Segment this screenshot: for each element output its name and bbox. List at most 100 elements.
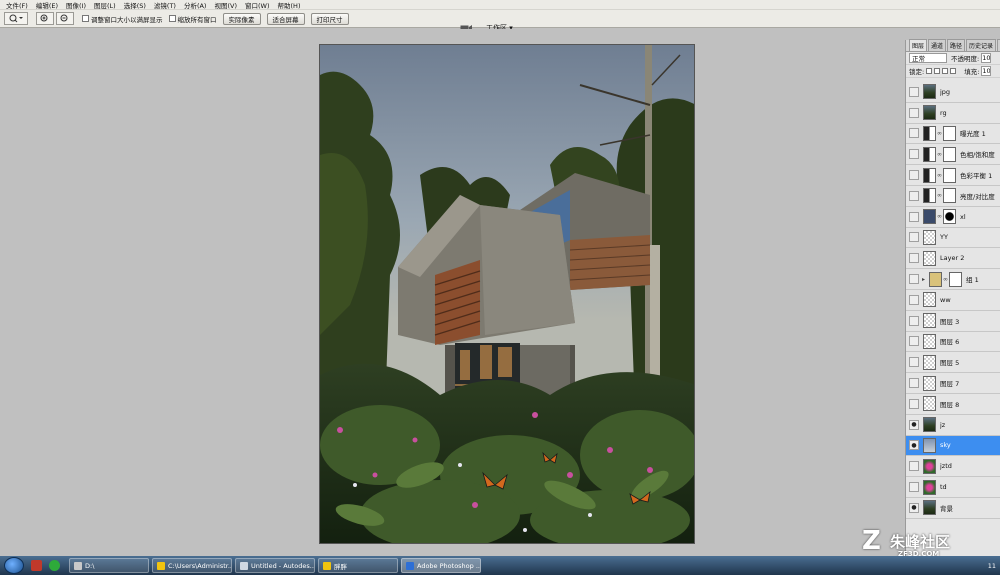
layer-row[interactable]: ∞ 曝光度 1 — [906, 124, 1000, 145]
eye-icon[interactable]: ● — [909, 419, 919, 430]
eye-icon[interactable]: ● — [909, 502, 919, 513]
layer-row[interactable]: ● 背景 — [906, 498, 1000, 519]
layer-row[interactable]: jztd — [906, 456, 1000, 478]
checkbox-box[interactable] — [168, 15, 176, 22]
layer-row[interactable]: jpg — [906, 82, 1000, 103]
menu-item[interactable]: 图像(I) — [62, 0, 90, 10]
eye-icon[interactable] — [909, 190, 919, 201]
eye-icon[interactable]: ● — [909, 440, 919, 451]
layer-name: 图层 3 — [940, 317, 960, 326]
eye-icon[interactable] — [909, 357, 919, 368]
menu-item[interactable]: 帮助(H) — [274, 0, 305, 10]
panel-tab[interactable]: 通道 — [928, 39, 947, 51]
eye-icon[interactable] — [909, 86, 919, 97]
menu-item[interactable]: 文件(F) — [2, 0, 32, 10]
layer-row[interactable]: Layer 2 — [906, 248, 1000, 270]
layer-row[interactable]: ● sky — [906, 435, 1000, 457]
print-size-button[interactable]: 打印尺寸 — [310, 12, 349, 25]
layer-mask-thumbnail[interactable] — [943, 146, 956, 162]
layer-row[interactable]: ∞ 亮度/对比度 — [906, 186, 1000, 207]
menu-item[interactable]: 图层(L) — [90, 0, 120, 10]
layer-row[interactable]: 图层 8 — [906, 394, 1000, 415]
layer-thumbnail — [923, 333, 936, 349]
eye-icon[interactable] — [909, 482, 919, 493]
layer-row[interactable]: YY — [906, 228, 1000, 249]
menu-item[interactable]: 滤镜(T) — [150, 0, 180, 10]
link-icon[interactable]: ∞ — [937, 213, 942, 220]
panel-tab[interactable]: 历史记录 — [966, 39, 997, 51]
layer-row[interactable]: ∞ 色彩平衡 1 — [906, 165, 1000, 186]
link-icon[interactable]: ∞ — [937, 130, 942, 137]
actual-pixels-button[interactable]: 实际像素 — [222, 12, 261, 25]
layer-row[interactable]: ∞ 色相/饱和度 — [906, 144, 1000, 166]
zoom-all-windows-checkbox[interactable]: 缩放所有窗口 — [168, 14, 217, 24]
link-icon[interactable]: ∞ — [937, 151, 942, 158]
eye-icon[interactable] — [909, 107, 919, 118]
start-button[interactable] — [4, 557, 24, 574]
layer-row[interactable]: ● jz — [906, 415, 1000, 436]
layer-row[interactable]: ▸ ∞ 组 1 — [906, 269, 1000, 290]
link-icon[interactable]: ∞ — [943, 276, 948, 283]
menu-item[interactable]: 编辑(E) — [32, 0, 62, 10]
eye-icon[interactable] — [909, 378, 919, 389]
eye-icon[interactable] — [909, 274, 919, 285]
layer-row[interactable]: 图层 7 — [906, 373, 1000, 394]
quicklaunch-browser-icon[interactable] — [49, 560, 60, 571]
lock-all-icon[interactable] — [950, 68, 957, 74]
taskbar-button[interactable]: Untitled - Autodes... — [235, 558, 315, 573]
opacity-input[interactable]: 100 — [981, 53, 992, 63]
document-canvas[interactable] — [319, 44, 695, 544]
menu-item[interactable]: 窗口(W) — [241, 0, 274, 10]
layer-thumbnail — [923, 313, 936, 329]
eye-icon[interactable] — [909, 398, 919, 409]
resize-windows-checkbox[interactable]: 调整窗口大小以满屏显示 — [82, 14, 163, 24]
menu-item[interactable]: 选择(S) — [120, 0, 150, 10]
eye-icon[interactable] — [909, 128, 919, 139]
layer-row[interactable]: ww — [906, 290, 1000, 311]
lock-transparency-icon[interactable] — [926, 68, 933, 74]
eye-icon[interactable] — [909, 315, 919, 326]
menu-item[interactable]: 分析(A) — [180, 0, 211, 10]
fit-screen-button[interactable]: 适合屏幕 — [266, 12, 305, 25]
layer-row[interactable]: rg — [906, 103, 1000, 124]
layer-name: 色相/饱和度 — [960, 151, 995, 160]
layer-row[interactable]: 图层 3 — [906, 311, 1000, 332]
layer-row[interactable]: ∞ xl — [906, 207, 1000, 228]
eye-icon[interactable] — [909, 294, 919, 305]
panel-tab[interactable]: 路径 — [947, 39, 966, 51]
lock-position-icon[interactable] — [942, 68, 949, 74]
eye-icon[interactable] — [909, 253, 919, 264]
eye-icon[interactable] — [909, 170, 919, 181]
menu-item[interactable]: 视图(V) — [210, 0, 241, 10]
tool-preset-picker[interactable] — [4, 12, 28, 25]
layer-mask-thumbnail[interactable] — [943, 209, 956, 225]
link-icon[interactable]: ∞ — [937, 192, 942, 199]
layer-mask-thumbnail[interactable] — [943, 125, 956, 141]
quicklaunch-app-icon[interactable] — [31, 560, 42, 571]
taskbar-button[interactable]: C:\Users\Administr... — [152, 558, 232, 573]
group-expand-icon[interactable]: ▸ — [922, 276, 925, 283]
checkbox-box[interactable] — [82, 15, 89, 22]
layer-row[interactable]: td — [906, 477, 1000, 498]
layer-mask-thumbnail[interactable] — [943, 167, 956, 183]
taskbar-button[interactable]: D:\ — [69, 558, 149, 573]
layer-mask-thumbnail[interactable] — [949, 271, 963, 287]
eye-icon[interactable] — [909, 232, 919, 243]
blend-mode-select[interactable]: 正常 — [909, 53, 947, 63]
zoom-in-icon[interactable] — [36, 12, 54, 25]
eye-icon[interactable] — [909, 149, 919, 160]
eye-icon[interactable] — [909, 461, 919, 472]
layer-name: td — [940, 483, 947, 492]
layer-mask-thumbnail[interactable] — [943, 188, 956, 204]
layer-row[interactable]: 图层 5 — [906, 352, 1000, 374]
lock-image-icon[interactable] — [934, 68, 941, 74]
eye-icon[interactable] — [909, 336, 919, 347]
link-icon[interactable]: ∞ — [937, 172, 942, 179]
zoom-out-icon[interactable] — [56, 12, 74, 25]
layer-row[interactable]: 图层 6 — [906, 332, 1000, 353]
fill-input[interactable]: 100 — [981, 66, 992, 76]
eye-icon[interactable] — [909, 211, 919, 222]
panel-tab[interactable]: 图层 — [909, 39, 928, 51]
taskbar-button[interactable]: 胖胖 — [318, 558, 398, 573]
taskbar-button[interactable]: Adobe Photoshop ... — [401, 558, 481, 573]
